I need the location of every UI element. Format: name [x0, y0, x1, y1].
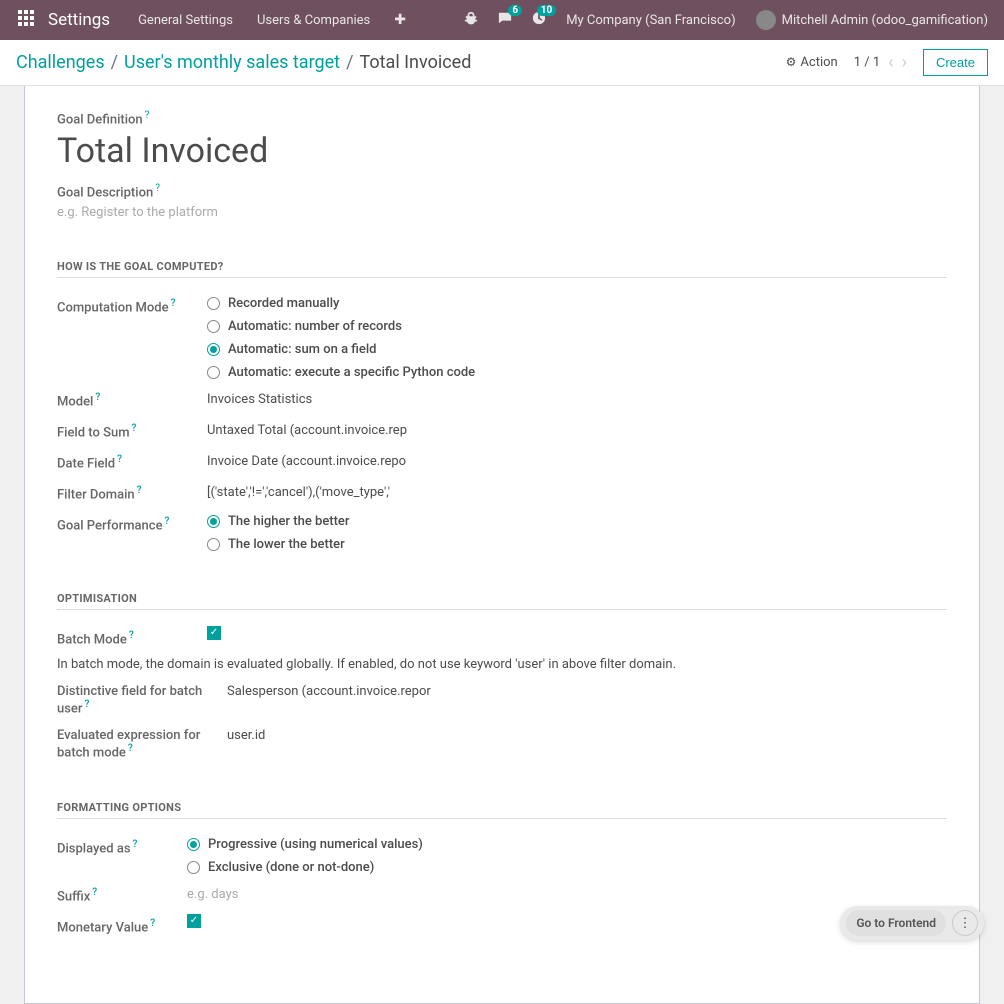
breadcrumb-challenges[interactable]: Challenges [16, 52, 105, 73]
avatar [756, 10, 776, 30]
pager-prev-icon[interactable]: ‹ [888, 52, 893, 73]
radio-auto-python[interactable]: Automatic: execute a specific Python cod… [207, 365, 947, 380]
debug-icon[interactable] [456, 11, 486, 29]
go-to-frontend-button[interactable]: Go to Frontend [846, 910, 946, 936]
help-icon[interactable]: ? [95, 392, 100, 403]
computation-mode-label: Computation Mode [57, 300, 169, 315]
breadcrumb: Challenges / User's monthly sales target… [16, 52, 471, 73]
company-switcher[interactable]: My Company (San Francisco) [554, 13, 747, 28]
distinctive-field[interactable]: Salesperson (account.invoice.repor [227, 680, 447, 703]
displayed-as-group: Progressive (using numerical values) Exc… [187, 835, 947, 875]
radio-progressive[interactable]: Progressive (using numerical values) [187, 837, 947, 852]
help-icon[interactable]: ? [150, 918, 155, 929]
help-icon[interactable]: ? [92, 887, 97, 898]
nav-new-icon[interactable]: ✚ [382, 12, 418, 28]
action-label: Action [800, 55, 837, 70]
batch-mode-label: Batch Mode [57, 632, 127, 647]
section-compute: HOW IS THE GOAL COMPUTED? [57, 260, 947, 273]
help-icon[interactable]: ? [84, 699, 89, 710]
date-field-field[interactable]: Invoice Date (account.invoice.repo [207, 450, 407, 473]
model-field[interactable]: Invoices Statistics [207, 388, 407, 411]
pager: 1 / 1 ‹ › [854, 52, 907, 73]
activities-badge: 10 [537, 5, 556, 16]
user-menu[interactable]: Mitchell Admin (odoo_gamification) [748, 10, 996, 30]
batch-mode-checkbox[interactable]: ✓ [207, 626, 221, 640]
help-icon[interactable]: ? [129, 630, 134, 641]
breadcrumb-current: Total Invoiced [360, 52, 472, 73]
title-input[interactable]: Total Invoiced [57, 131, 947, 171]
radio-auto-sum[interactable]: Automatic: sum on a field [207, 342, 947, 357]
nav-general-settings[interactable]: General Settings [126, 13, 245, 28]
help-icon[interactable]: ? [132, 423, 137, 434]
radio-auto-count[interactable]: Automatic: number of records [207, 319, 947, 334]
control-panel: Challenges / User's monthly sales target… [0, 40, 1004, 86]
evaluated-expr-field[interactable]: user.id [227, 724, 427, 747]
create-button[interactable]: Create [923, 49, 988, 76]
section-formatting: FORMATTING OPTIONS [57, 801, 947, 814]
help-icon[interactable]: ? [128, 743, 133, 754]
suffix-label: Suffix [57, 889, 90, 904]
date-field-label: Date Field [57, 456, 115, 471]
divider [57, 818, 947, 819]
monetary-label: Monetary Value [57, 920, 148, 935]
field-to-sum-field[interactable]: Untaxed Total (account.invoice.rep [207, 419, 407, 442]
radio-higher-better[interactable]: The higher the better [207, 514, 947, 529]
nav-users-companies[interactable]: Users & Companies [245, 13, 382, 28]
goal-definition-label: Goal Definition [57, 112, 143, 127]
activities-icon[interactable]: 10 [524, 11, 554, 29]
batch-note: In batch mode, the domain is evaluated g… [57, 657, 947, 672]
apps-icon[interactable] [18, 10, 38, 30]
monetary-checkbox[interactable]: ✓ [187, 914, 201, 928]
distinctive-field-label: Distinctive field for batch user [57, 684, 202, 716]
help-icon[interactable]: ? [137, 485, 142, 496]
help-icon[interactable]: ? [165, 516, 170, 527]
help-icon[interactable]: ? [171, 298, 176, 309]
messages-icon[interactable]: 6 [490, 11, 520, 29]
help-icon[interactable]: ? [133, 839, 138, 850]
divider [57, 277, 947, 278]
displayed-as-label: Displayed as [57, 841, 131, 856]
breadcrumb-sales-target[interactable]: User's monthly sales target [124, 52, 340, 73]
model-label: Model [57, 394, 93, 409]
section-optimisation: OPTIMISATION [57, 592, 947, 605]
form-sheet: Goal Definition? Total Invoiced Goal Des… [24, 86, 980, 1004]
filter-domain-field[interactable]: [('state','!=','cancel'),('move_type',' [207, 481, 407, 504]
navbar: Settings General Settings Users & Compan… [0, 0, 1004, 40]
breadcrumb-sep: / [111, 52, 118, 73]
more-icon[interactable]: ⋮ [952, 910, 978, 936]
pager-value[interactable]: 1 / 1 [854, 55, 880, 70]
floating-frontend: Go to Frontend ⋮ [840, 906, 984, 940]
action-dropdown[interactable]: Action [786, 55, 838, 70]
suffix-field[interactable]: e.g. days [187, 883, 387, 906]
filter-domain-label: Filter Domain [57, 487, 135, 502]
goal-performance-group: The higher the better The lower the bett… [207, 512, 947, 552]
divider [57, 609, 947, 610]
radio-exclusive[interactable]: Exclusive (done or not-done) [187, 860, 947, 875]
help-icon[interactable]: ? [155, 183, 160, 194]
help-icon[interactable]: ? [117, 454, 122, 465]
field-to-sum-label: Field to Sum [57, 425, 130, 440]
navbar-brand[interactable]: Settings [48, 10, 110, 30]
goal-description-input[interactable]: e.g. Register to the platform [57, 205, 947, 220]
gear-icon [786, 55, 797, 70]
radio-manual[interactable]: Recorded manually [207, 296, 947, 311]
help-icon[interactable]: ? [145, 110, 150, 121]
goal-description-label: Goal Description [57, 186, 153, 201]
goal-performance-label: Goal Performance [57, 518, 163, 533]
nav-systray: 6 10 [456, 11, 554, 29]
computation-mode-group: Recorded manually Automatic: number of r… [207, 294, 947, 380]
radio-lower-better[interactable]: The lower the better [207, 537, 947, 552]
user-label: Mitchell Admin (odoo_gamification) [782, 13, 988, 28]
pager-next-icon[interactable]: › [902, 52, 907, 73]
breadcrumb-sep: / [346, 52, 353, 73]
messages-badge: 6 [508, 5, 522, 16]
